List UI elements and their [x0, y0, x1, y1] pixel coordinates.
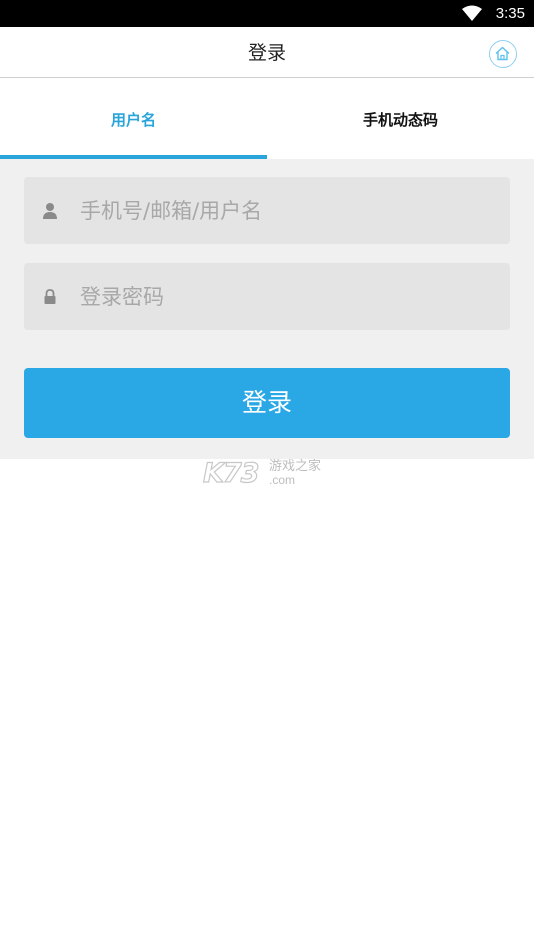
password-input[interactable] — [80, 263, 490, 330]
status-time: 3:35 — [495, 5, 525, 22]
watermark-brand: K73 — [202, 457, 260, 489]
home-button[interactable] — [489, 40, 517, 68]
user-icon — [42, 202, 58, 219]
wifi-icon — [462, 5, 482, 21]
watermark-tagline: 游戏之家 — [269, 459, 322, 474]
username-field[interactable] — [24, 177, 510, 244]
watermark-logo: K73 游戏之家 .com — [202, 457, 333, 490]
login-form: 登录 — [0, 159, 534, 459]
watermark-domain: .com — [269, 473, 296, 487]
app-header: 登录 — [0, 27, 534, 78]
page-title: 登录 — [247, 42, 286, 64]
login-tabs: 用户名 手机动态码 — [0, 78, 534, 159]
tab-username[interactable]: 用户名 — [0, 78, 267, 159]
login-button[interactable]: 登录 — [24, 368, 510, 438]
tab-phone-code[interactable]: 手机动态码 — [267, 78, 534, 159]
password-field[interactable] — [24, 263, 510, 330]
username-input[interactable] — [80, 177, 490, 244]
lock-icon — [42, 288, 58, 305]
status-bar: 3:35 — [0, 0, 534, 27]
